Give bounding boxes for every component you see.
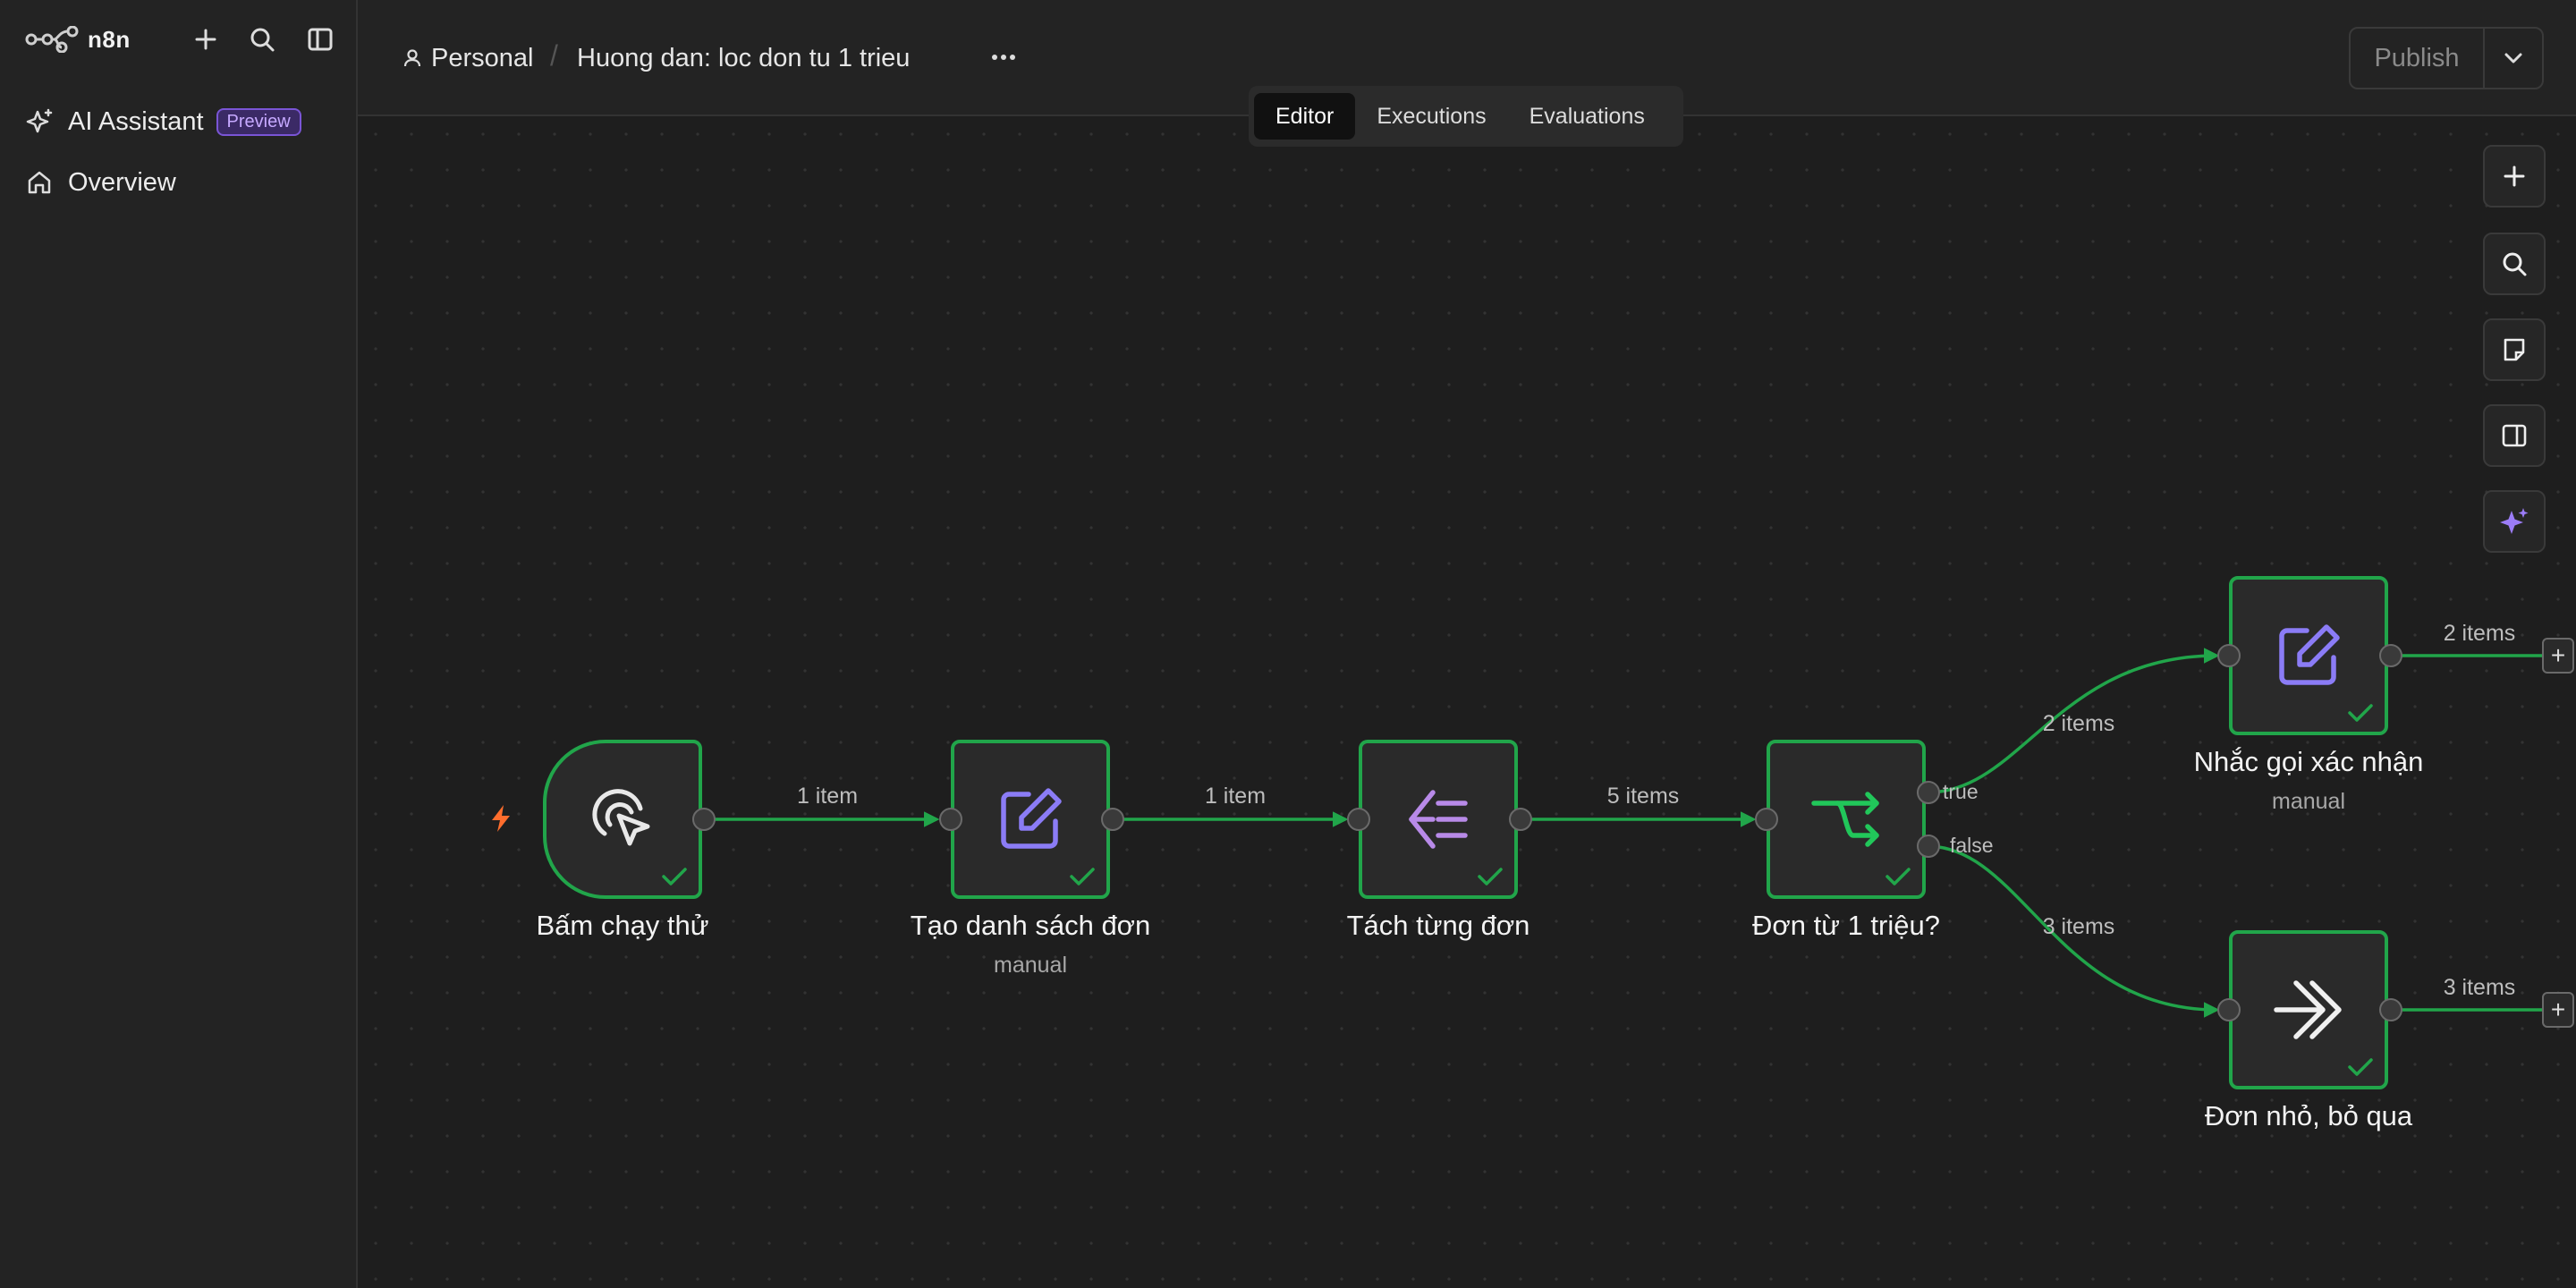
node-title: Nhắc gọi xác nhận bbox=[2193, 746, 2424, 777]
cursor-click-icon bbox=[592, 789, 650, 846]
success-check-icon bbox=[2348, 704, 2373, 722]
branch-label-true: true bbox=[1943, 780, 1979, 803]
node-subtitle: manual bbox=[994, 953, 1067, 978]
success-check-icon bbox=[1070, 868, 1095, 886]
output-port[interactable] bbox=[692, 808, 716, 831]
edge-label: 2 items bbox=[2042, 711, 2115, 736]
node-title: Đơn nhỏ, bỏ qua bbox=[2204, 1100, 2413, 1131]
node-manual-trigger[interactable] bbox=[543, 740, 702, 899]
node-if[interactable] bbox=[1767, 740, 1926, 899]
double-arrow-right-icon bbox=[2274, 980, 2342, 1039]
split-out-icon bbox=[1409, 790, 1468, 849]
node-remind-call[interactable] bbox=[2229, 576, 2388, 735]
output-port-true[interactable] bbox=[1917, 781, 1940, 804]
success-check-icon bbox=[1478, 868, 1503, 886]
edge-label: 1 item bbox=[796, 784, 859, 809]
add-next-node-button[interactable]: + bbox=[2542, 638, 2574, 674]
tab-editor[interactable]: Editor bbox=[1254, 93, 1356, 140]
branch-label-false: false bbox=[1950, 834, 1994, 857]
edge-label: 1 item bbox=[1204, 784, 1267, 809]
view-tabs: Editor Executions Evaluations bbox=[1249, 86, 1683, 147]
tab-evaluations[interactable]: Evaluations bbox=[1508, 93, 1666, 140]
output-port[interactable] bbox=[2379, 644, 2402, 667]
node-create-list[interactable] bbox=[951, 740, 1110, 899]
node-title: Tách từng đơn bbox=[1346, 910, 1530, 941]
node-title: Đơn từ 1 triệu? bbox=[1752, 910, 1940, 941]
node-title: Tạo danh sách đơn bbox=[910, 910, 1151, 941]
success-check-icon bbox=[2348, 1058, 2373, 1076]
node-split-out[interactable] bbox=[1359, 740, 1518, 899]
output-port[interactable] bbox=[2379, 998, 2402, 1021]
edge-label: 5 items bbox=[1606, 784, 1680, 809]
edge-label: 3 items bbox=[2042, 914, 2115, 939]
success-check-icon bbox=[1885, 868, 1911, 886]
add-next-node-button[interactable]: + bbox=[2542, 992, 2574, 1028]
edit-pencil-icon bbox=[2279, 624, 2340, 685]
tab-executions[interactable]: Executions bbox=[1355, 93, 1507, 140]
trigger-bolt-icon bbox=[492, 805, 510, 832]
input-port[interactable] bbox=[1755, 808, 1778, 831]
node-subtitle: manual bbox=[2272, 789, 2345, 814]
edit-pencil-icon bbox=[1001, 788, 1062, 849]
success-check-icon bbox=[662, 868, 687, 886]
connections-layer bbox=[704, 648, 2546, 1018]
input-port[interactable] bbox=[939, 808, 962, 831]
edge-label: 2 items bbox=[2443, 621, 2516, 646]
input-port[interactable] bbox=[2217, 644, 2241, 667]
output-port[interactable] bbox=[1101, 808, 1124, 831]
input-port[interactable] bbox=[1347, 808, 1370, 831]
node-no-op[interactable] bbox=[2229, 930, 2388, 1089]
edge-label: 3 items bbox=[2443, 975, 2516, 1000]
if-branch-icon bbox=[1811, 792, 1879, 847]
output-port-false[interactable] bbox=[1917, 835, 1940, 858]
input-port[interactable] bbox=[2217, 998, 2241, 1021]
node-title: Bấm chạy thử bbox=[536, 910, 709, 941]
output-port[interactable] bbox=[1509, 808, 1532, 831]
